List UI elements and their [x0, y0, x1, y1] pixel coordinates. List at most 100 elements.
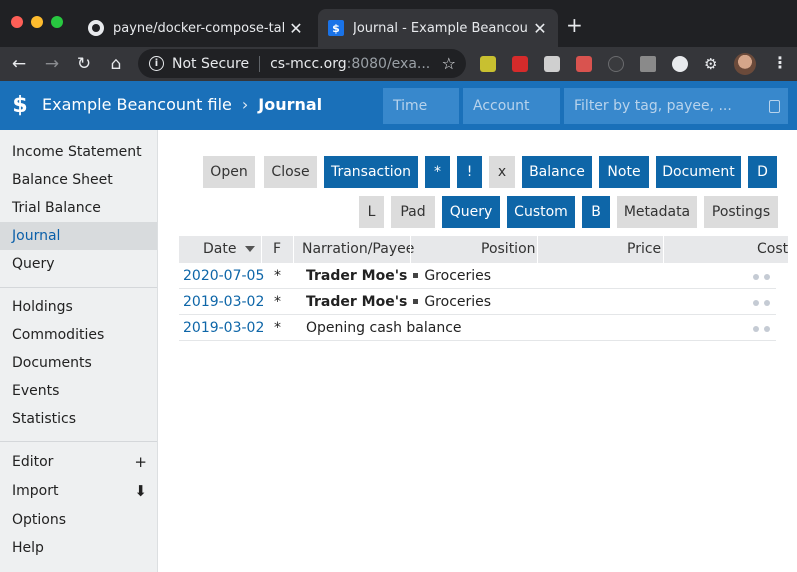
filter-open-button[interactable]: Open	[203, 156, 255, 188]
column-price[interactable]: Price	[627, 236, 661, 263]
journal-row[interactable]: 2020-07-05 * Trader Moe's Groceries	[179, 263, 776, 289]
sidebar-item-options[interactable]: Options	[0, 506, 157, 534]
filter-pad-button[interactable]: Pad	[391, 196, 435, 228]
sidebar-item-help[interactable]: Help	[0, 534, 157, 562]
sidebar-item-query[interactable]: Query	[0, 250, 157, 278]
column-cost[interactable]: Cost	[757, 236, 788, 263]
column-divider	[261, 236, 262, 263]
journal-row[interactable]: 2019-03-02 * Trader Moe's Groceries	[179, 289, 776, 315]
sidebar-item-holdings[interactable]: Holdings	[0, 293, 157, 321]
filter-l-button[interactable]: L	[359, 196, 384, 228]
browser-tab-github[interactable]: payne/docker-compose-talk ✕	[78, 9, 314, 47]
time-placeholder: Time	[393, 98, 428, 114]
column-narration[interactable]: Narration/Payee	[302, 236, 414, 263]
column-position[interactable]: Position	[481, 236, 536, 263]
ledger-title[interactable]: Example Beancount file	[42, 95, 232, 114]
metadata-toggle-icon[interactable]	[753, 326, 770, 332]
close-tab-icon[interactable]: ✕	[528, 19, 552, 38]
filter-query-button[interactable]: Query	[442, 196, 500, 228]
extension-icon[interactable]	[544, 56, 560, 72]
browser-menu-icon[interactable]: ⋮	[772, 53, 788, 72]
divider	[259, 55, 261, 72]
metadata-toggle-icon[interactable]	[753, 300, 770, 306]
sidebar-item-trial-balance[interactable]: Trial Balance	[0, 194, 157, 222]
url-host: cs-mcc.org	[270, 55, 347, 72]
filter-transaction-button[interactable]: Transaction	[324, 156, 418, 188]
extension-icon[interactable]	[640, 56, 656, 72]
entry-date-link[interactable]: 2020-07-05	[183, 263, 264, 289]
payee-separator	[413, 272, 419, 278]
extension-icon[interactable]	[512, 56, 528, 72]
journal-table-header: Date F Narration/Payee Position Price Co…	[179, 236, 788, 263]
maximize-window-button[interactable]	[51, 16, 63, 28]
info-icon[interactable]: i	[149, 56, 164, 71]
filter-b-button[interactable]: B	[582, 196, 610, 228]
browser-tab-journal[interactable]: $ Journal - Example Beancount file ✕	[318, 9, 558, 47]
page-title: Journal	[258, 95, 323, 114]
column-divider	[410, 236, 411, 263]
new-tab-button[interactable]: +	[566, 15, 583, 35]
breadcrumb-separator: ›	[241, 95, 249, 114]
sidebar-item-editor[interactable]: Editor +	[0, 448, 157, 476]
beancount-logo-icon[interactable]: $	[9, 94, 31, 118]
filter-document-button[interactable]: Document	[656, 156, 741, 188]
account-placeholder: Account	[473, 98, 530, 114]
home-icon[interactable]: ⌂	[104, 52, 128, 76]
account-filter-input[interactable]: Account	[463, 88, 560, 124]
extension-icon[interactable]	[576, 56, 592, 72]
sidebar-item-documents[interactable]: Documents	[0, 349, 157, 377]
metadata-toggle-icon[interactable]	[753, 274, 770, 280]
filter-note-button[interactable]: Note	[599, 156, 649, 188]
minimize-window-button[interactable]	[31, 16, 43, 28]
back-arrow-icon[interactable]: ←	[7, 52, 31, 76]
extensions-puzzle-icon[interactable]: ⚙	[704, 55, 717, 73]
filter-metadata-button[interactable]: Metadata	[617, 196, 697, 228]
filter-x-button[interactable]: x	[489, 156, 515, 188]
sidebar-item-balance-sheet[interactable]: Balance Sheet	[0, 166, 157, 194]
sidebar-divider	[0, 287, 157, 288]
filter-balance-button[interactable]: Balance	[522, 156, 592, 188]
filter-placeholder: Filter by tag, payee, ...	[574, 98, 732, 114]
entry-date-link[interactable]: 2019-03-02	[183, 289, 264, 315]
column-date[interactable]: Date	[203, 236, 256, 263]
reload-icon[interactable]: ↻	[72, 52, 96, 76]
close-tab-icon[interactable]: ✕	[284, 19, 308, 38]
journal-row[interactable]: 2019-03-02 * Opening cash balance	[179, 315, 776, 341]
entry-flag: *	[274, 294, 281, 310]
filter-cleared-button[interactable]: *	[425, 156, 450, 188]
profile-avatar[interactable]	[734, 53, 756, 75]
sidebar-item-statistics[interactable]: Statistics	[0, 405, 157, 433]
payee-separator	[413, 298, 419, 304]
filter-d-button[interactable]: D	[748, 156, 777, 188]
forward-arrow-icon[interactable]: →	[40, 52, 64, 76]
tab-title: payne/docker-compose-talk	[113, 20, 284, 36]
filter-clear-icon[interactable]	[769, 100, 780, 113]
filter-close-button[interactable]: Close	[264, 156, 317, 188]
security-label: Not Secure	[172, 55, 250, 72]
sidebar-item-income-statement[interactable]: Income Statement	[0, 138, 157, 166]
entry-payee: Trader Moe's Groceries	[306, 289, 491, 315]
filter-postings-button[interactable]: Postings	[704, 196, 778, 228]
extension-icon[interactable]	[608, 56, 624, 72]
sidebar-item-events[interactable]: Events	[0, 377, 157, 405]
download-icon[interactable]: ⬇	[134, 477, 147, 505]
entry-narration: Opening cash balance	[306, 320, 462, 336]
sidebar-item-journal[interactable]: Journal	[0, 222, 157, 250]
address-bar[interactable]: i Not Secure cs-mcc.org :8080/exa... ☆	[138, 49, 466, 78]
extension-icon[interactable]	[672, 56, 688, 72]
bookmark-star-icon[interactable]: ☆	[442, 54, 456, 73]
browser-tab-bar: payne/docker-compose-talk ✕ $ Journal - …	[0, 0, 797, 47]
column-flag[interactable]: F	[273, 236, 281, 263]
time-filter-input[interactable]: Time	[383, 88, 459, 124]
close-window-button[interactable]	[11, 16, 23, 28]
sidebar-item-commodities[interactable]: Commodities	[0, 321, 157, 349]
entry-date-link[interactable]: 2019-03-02	[183, 315, 264, 341]
tag-payee-filter-input[interactable]: Filter by tag, payee, ...	[564, 88, 788, 124]
filter-custom-button[interactable]: Custom	[507, 196, 575, 228]
sidebar-item-import[interactable]: Import ⬇	[0, 477, 157, 505]
column-divider	[663, 236, 664, 263]
add-icon[interactable]: +	[134, 448, 147, 476]
filter-pending-button[interactable]: !	[457, 156, 482, 188]
payee-text: Trader Moe's	[306, 268, 408, 284]
extension-icon[interactable]	[480, 56, 496, 72]
